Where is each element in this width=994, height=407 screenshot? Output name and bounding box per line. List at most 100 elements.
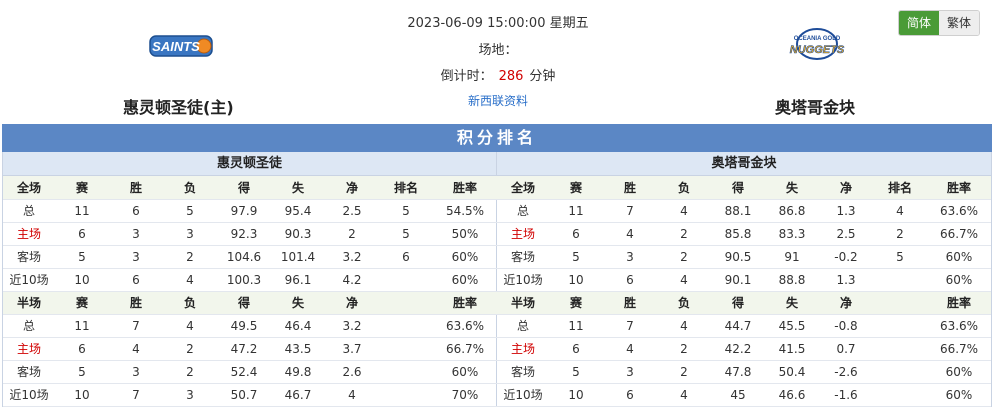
table-cell: 63.6% <box>927 199 991 223</box>
table-cell: 1.3 <box>819 199 873 223</box>
standings-section: 积分排名 惠灵顿圣徒 全场赛胜负得失净排名 胜率总 11 6 5 97.9 95.4 2.5 5… <box>2 124 992 407</box>
table-cell: 4 <box>163 314 217 338</box>
row-label: 主场 <box>3 222 55 246</box>
table-cell <box>873 337 927 361</box>
table-cell: 6 <box>109 268 163 292</box>
nuggets-logo: OCEANIA GOLD NUGGETS <box>789 28 845 60</box>
table-cell: 2 <box>325 222 379 246</box>
column-header: 排名 <box>873 176 927 200</box>
table-cell: 4 <box>325 383 379 407</box>
table-cell: 6 <box>55 337 109 361</box>
table-cell: 90.5 <box>711 245 765 269</box>
row-label: 客场 <box>3 245 55 269</box>
table-cell: 50.4 <box>765 360 819 384</box>
column-header: 负 <box>657 291 711 315</box>
full-header-row: 全场赛胜负得失净排名 胜率 <box>3 176 497 200</box>
table-cell: 3 <box>603 360 657 384</box>
half-header-row: 半场赛胜负得失净 胜率 <box>497 291 991 315</box>
table-cell: 3.7 <box>325 337 379 361</box>
table-cell: 1.3 <box>819 268 873 292</box>
table-cell <box>379 360 433 384</box>
column-header: 失 <box>271 176 325 200</box>
row-label: 近10场 <box>3 268 55 292</box>
full-header-row: 全场赛胜负得失净排名 胜率 <box>497 176 991 200</box>
table-row: 总 11 7 4 88.1 86.8 1.3 4 63.6% <box>497 199 991 223</box>
column-header: 胜率 <box>433 176 497 200</box>
column-header: 得 <box>217 291 271 315</box>
column-header <box>873 291 927 315</box>
table-cell: 63.6% <box>433 314 497 338</box>
table-cell: 3 <box>163 383 217 407</box>
table-cell: 3.2 <box>325 314 379 338</box>
home-standings-table: 全场赛胜负得失净排名 胜率总 11 6 5 97.9 95.4 2.5 5 54.5% 主场 6 3 3 9… <box>3 176 497 407</box>
column-header: 半场 <box>3 291 55 315</box>
table-row: 客场 5 3 2 104.6 101.4 3.2 6 60% <box>3 245 497 269</box>
simplified-chinese-button[interactable]: 简体 <box>899 11 939 35</box>
table-row: 总 11 7 4 49.5 46.4 3.2 63.6% <box>3 314 497 338</box>
column-header: 半场 <box>497 291 549 315</box>
table-cell: 90.3 <box>271 222 325 246</box>
column-header: 失 <box>271 291 325 315</box>
table-cell: 60% <box>927 268 991 292</box>
table-cell: 6 <box>549 337 603 361</box>
table-cell: 60% <box>433 245 497 269</box>
column-header: 赛 <box>549 291 603 315</box>
column-header: 得 <box>711 176 765 200</box>
table-cell: 3 <box>109 222 163 246</box>
table-row: 总 11 6 5 97.9 95.4 2.5 5 54.5% <box>3 199 497 223</box>
column-header: 胜 <box>603 176 657 200</box>
table-row: 主场 6 4 2 42.2 41.5 0.7 66.7% <box>497 337 991 361</box>
table-cell <box>379 314 433 338</box>
table-cell: 88.1 <box>711 199 765 223</box>
table-cell <box>873 383 927 407</box>
table-cell: 45.5 <box>765 314 819 338</box>
column-header: 赛 <box>55 291 109 315</box>
saints-logo: SAINTS <box>149 35 213 57</box>
table-cell: 4 <box>657 268 711 292</box>
table-cell: 90.1 <box>711 268 765 292</box>
table-cell: 50.7 <box>217 383 271 407</box>
table-row: 主场 6 3 3 92.3 90.3 2 5 50% <box>3 222 497 246</box>
home-standings-panel: 惠灵顿圣徒 全场赛胜负得失净排名 胜率总 11 6 5 97.9 95.4 2.5 5 54.5%… <box>2 152 497 407</box>
table-row: 客场 5 3 2 47.8 50.4 -2.6 60% <box>497 360 991 384</box>
table-cell: 70% <box>433 383 497 407</box>
half-header-row: 半场赛胜负得失净 胜率 <box>3 291 497 315</box>
away-standings-panel: 奥塔哥金块 全场赛胜负得失净排名 胜率总 11 7 4 88.1 86.8 1.3 4 63.6%… <box>497 152 992 407</box>
table-cell: 66.7% <box>927 222 991 246</box>
table-cell: 46.6 <box>765 383 819 407</box>
table-cell: 3 <box>109 360 163 384</box>
table-row: 总 11 7 4 44.7 45.5 -0.8 63.6% <box>497 314 991 338</box>
table-cell: 11 <box>549 199 603 223</box>
column-header: 胜率 <box>433 291 497 315</box>
table-cell: 11 <box>55 199 109 223</box>
row-label: 近10场 <box>3 383 55 407</box>
nuggets-logo-top-text: OCEANIA GOLD <box>794 36 841 42</box>
table-row: 近10场 10 6 4 90.1 88.8 1.3 60% <box>497 268 991 292</box>
column-header <box>379 291 433 315</box>
table-cell: 10 <box>55 383 109 407</box>
column-header: 净 <box>819 291 873 315</box>
table-cell <box>379 268 433 292</box>
table-cell: 46.4 <box>271 314 325 338</box>
table-cell: 4 <box>657 314 711 338</box>
row-label: 客场 <box>3 360 55 384</box>
table-cell: 2.5 <box>325 199 379 223</box>
row-label: 主场 <box>3 337 55 361</box>
table-cell: 3 <box>109 245 163 269</box>
traditional-chinese-button[interactable]: 繁体 <box>939 11 979 35</box>
column-header: 胜率 <box>927 291 991 315</box>
table-cell <box>873 268 927 292</box>
table-cell: -2.6 <box>819 360 873 384</box>
table-row: 近10场 10 6 4 45 46.6 -1.6 60% <box>497 383 991 407</box>
column-header: 全场 <box>3 176 55 200</box>
table-cell: 5 <box>55 360 109 384</box>
countdown-value: 286 <box>498 69 524 84</box>
league-info-link[interactable]: 新西联资料 <box>380 92 616 109</box>
table-cell: 2 <box>873 222 927 246</box>
countdown-label: 倒计时： <box>440 69 493 84</box>
row-label: 近10场 <box>497 268 549 292</box>
away-standings-team: 奥塔哥金块 <box>497 152 991 176</box>
table-cell: 49.5 <box>217 314 271 338</box>
table-cell: 47.8 <box>711 360 765 384</box>
language-toggle: 简体 繁体 <box>898 10 980 36</box>
